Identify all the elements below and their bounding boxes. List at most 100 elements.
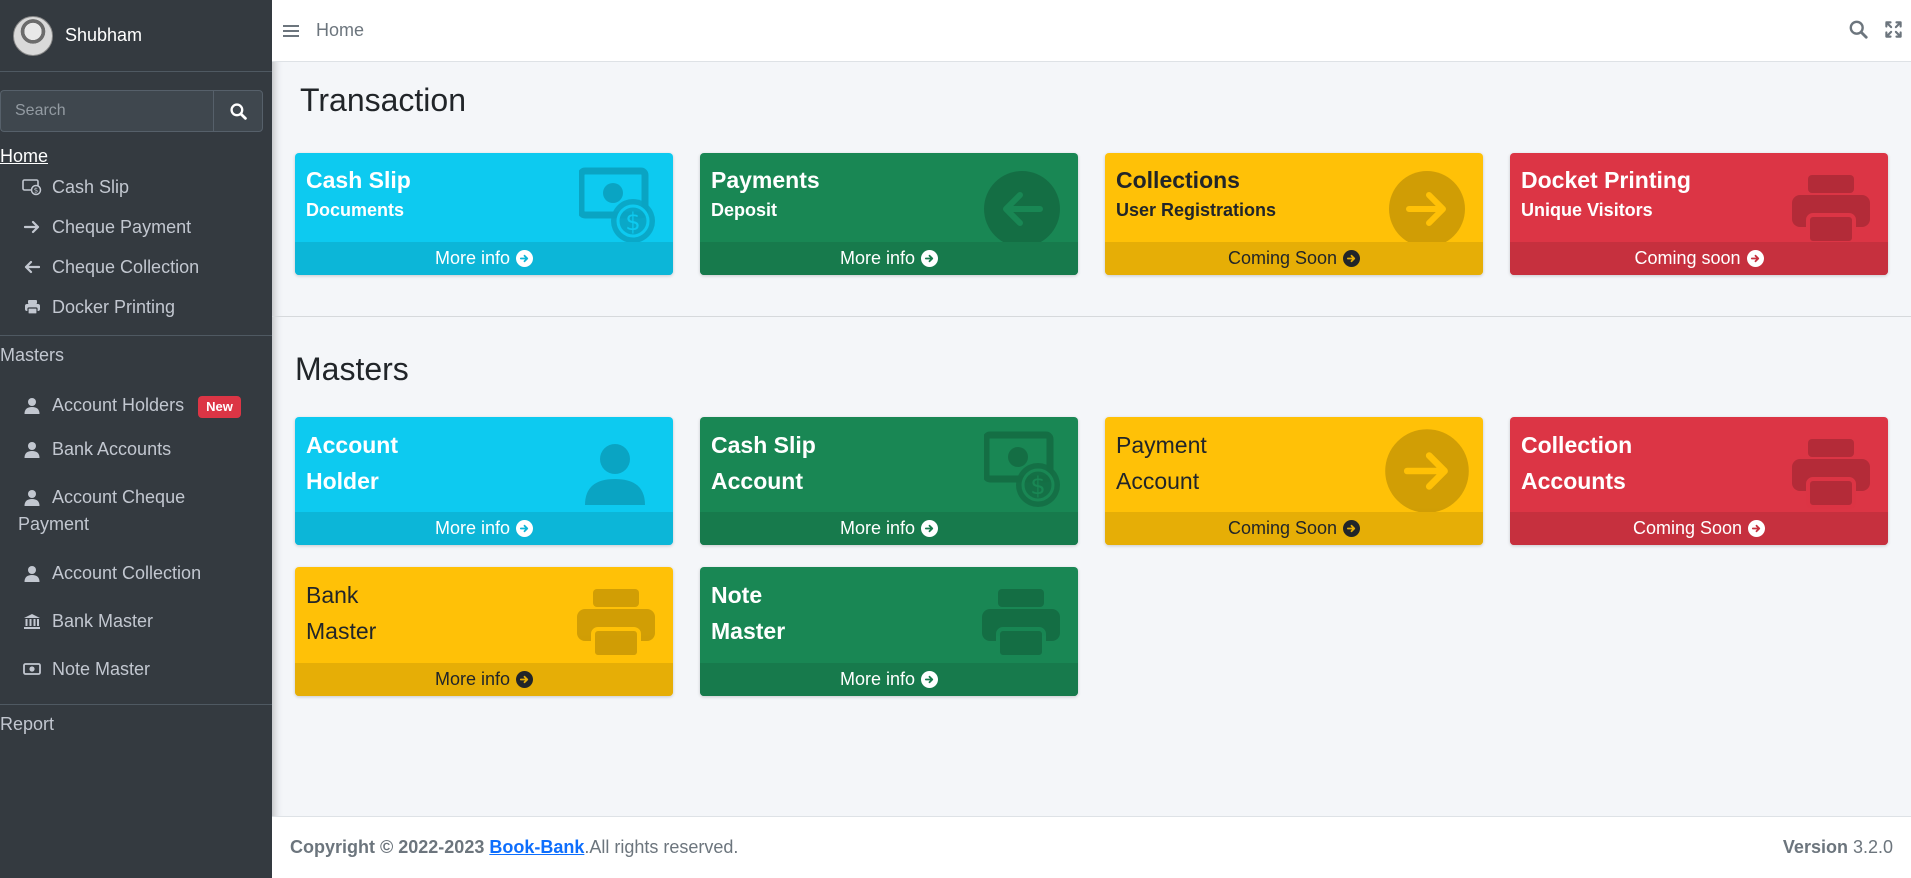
money-bill-icon: $	[984, 431, 1060, 507]
more-info-link[interactable]: More info	[295, 512, 673, 545]
money-bill-icon: $	[579, 167, 655, 243]
svg-text:$: $	[34, 187, 38, 195]
money-note-icon	[22, 658, 42, 680]
version-label: Version	[1782, 837, 1848, 857]
sidebar-item-label: Note Master	[52, 659, 151, 679]
transaction-box-cash-slip: Cash Slip Documents $ More info	[295, 153, 673, 275]
hamburger-menu-icon[interactable]	[282, 23, 300, 39]
footer-label: Coming Soon	[1632, 518, 1743, 538]
footer-label: More info	[839, 248, 916, 268]
footer-label: Coming Soon	[1227, 518, 1338, 538]
arrow-circle-right-icon	[516, 250, 534, 267]
svg-text:$: $	[1030, 472, 1045, 500]
sidebar-item-cheque-payment[interactable]: Cheque Payment	[0, 216, 272, 256]
transaction-section-title: Transaction	[300, 82, 466, 118]
user-icon	[22, 438, 42, 460]
version-info: Version 3.2.0	[1783, 837, 1893, 858]
sidebar-item-cash-slip[interactable]: $ Cash Slip	[0, 176, 272, 216]
more-info-link[interactable]: More info	[700, 663, 1078, 696]
arrow-left-icon	[22, 256, 42, 278]
sidebar-item-account-holders[interactable]: Account Holders New	[0, 390, 272, 438]
footer-label: More info	[434, 518, 511, 538]
coming-soon-link[interactable]: Coming Soon	[1105, 512, 1483, 545]
sidebar-item-label-continued: Payment	[18, 514, 90, 534]
masters-box-cash-slip-account: Cash Slip Account $ More info	[700, 417, 1078, 545]
sidebar-header-report[interactable]: Report	[0, 713, 272, 735]
arrow-circle-right-icon	[1748, 520, 1766, 537]
sidebar-header-masters[interactable]: Masters	[0, 344, 272, 382]
masters-box-collection-accounts: Collection Accounts Coming Soon	[1510, 417, 1888, 545]
arrow-circle-left-icon	[984, 171, 1060, 247]
arrow-circle-right-icon	[516, 520, 534, 537]
footer-label: More info	[839, 669, 916, 689]
search-icon	[229, 102, 247, 120]
arrow-circle-right-icon	[1343, 250, 1361, 267]
masters-box-note-master: Note Master More info	[700, 567, 1078, 696]
sidebar-item-label: Account Holders	[52, 395, 185, 415]
svg-text:$: $	[625, 208, 640, 236]
arrow-circle-right-icon	[1385, 429, 1469, 513]
transaction-box-docket-printing: Docket Printing Unique Visitors Coming s…	[1510, 153, 1888, 275]
more-info-link[interactable]: More info	[700, 512, 1078, 545]
section-divider	[272, 316, 1911, 317]
sidebar-item-label: Bank Accounts	[52, 439, 172, 459]
user-icon	[22, 562, 42, 584]
printer-icon	[577, 589, 655, 659]
user-icon	[585, 444, 645, 505]
sidebar-item-label: Docker Printing	[52, 297, 176, 317]
version-value: 3.2.0	[1847, 837, 1893, 857]
user-panel[interactable]: Shubham	[0, 0, 272, 72]
coming-soon-link[interactable]: Coming soon	[1510, 242, 1888, 275]
sidebar-search-button[interactable]	[213, 90, 263, 132]
user-name[interactable]: Shubham	[65, 25, 142, 46]
copyright-text: Copyright © 2022-2023	[290, 837, 490, 857]
search-icon[interactable]	[1849, 20, 1868, 39]
avatar[interactable]	[13, 15, 53, 56]
transaction-box-collections: Collections User Registrations Coming So…	[1105, 153, 1483, 275]
masters-section-title: Masters	[295, 351, 409, 387]
arrow-circle-right-icon	[1389, 171, 1465, 247]
arrow-right-icon	[22, 216, 42, 238]
more-info-link[interactable]: More info	[700, 242, 1078, 275]
sidebar-item-label: Account Collection	[52, 563, 202, 583]
sidebar-item-bank-master[interactable]: Bank Master	[0, 610, 272, 658]
arrow-circle-right-icon	[921, 520, 939, 537]
sidebar-item-bank-accounts[interactable]: Bank Accounts	[0, 438, 272, 486]
footer-label: Coming soon	[1634, 248, 1741, 268]
sidebar: Shubham Home $ Cash Slip Cheque Payment …	[0, 0, 272, 878]
masters-box-bank-master: Bank Master More info	[295, 567, 673, 696]
masters-box-account-holder: Account Holder More info	[295, 417, 673, 545]
arrow-circle-right-icon	[1746, 250, 1764, 267]
sidebar-item-cheque-collection[interactable]: Cheque Collection	[0, 256, 272, 296]
fullscreen-icon[interactable]	[1884, 20, 1903, 39]
sidebar-item-account-cheque-payment[interactable]: Account Cheque Payment	[0, 486, 272, 562]
coming-soon-link[interactable]: Coming Soon	[1510, 512, 1888, 545]
sidebar-item-account-collection[interactable]: Account Collection	[0, 562, 272, 610]
coming-soon-link[interactable]: Coming Soon	[1105, 242, 1483, 275]
sidebar-item-docker-printing[interactable]: Docker Printing	[0, 296, 272, 336]
sidebar-home-link[interactable]: Home	[0, 145, 272, 167]
arrow-circle-right-icon	[921, 671, 939, 688]
sidebar-item-label: Cash Slip	[52, 177, 130, 197]
more-info-link[interactable]: More info	[295, 242, 673, 275]
sidebar-divider	[0, 704, 272, 705]
sidebar-divider	[0, 335, 272, 336]
printer-icon	[1792, 439, 1870, 509]
arrow-circle-right-icon	[921, 250, 939, 267]
page-footer: Copyright © 2022-2023 Book-Bank .All rig…	[272, 816, 1911, 878]
sidebar-item-label: Cheque Payment	[52, 217, 192, 237]
sidebar-search-input[interactable]	[0, 90, 213, 132]
printer-icon	[982, 589, 1060, 659]
rights-text: .All rights reserved.	[584, 837, 739, 857]
more-info-link[interactable]: More info	[295, 663, 673, 696]
bank-icon	[22, 610, 42, 632]
sidebar-item-note-master[interactable]: Note Master	[0, 658, 272, 704]
sidebar-search	[0, 90, 264, 132]
navbar-actions	[1849, 20, 1903, 39]
masters-box-payment-account: Payment Account Coming Soon	[1105, 417, 1483, 545]
cash-slip-icon: $	[22, 176, 42, 198]
breadcrumb-home[interactable]: Home	[316, 20, 364, 41]
footer-label: More info	[434, 669, 511, 689]
user-icon	[22, 394, 42, 416]
brand-link[interactable]: Book-Bank	[489, 837, 584, 858]
